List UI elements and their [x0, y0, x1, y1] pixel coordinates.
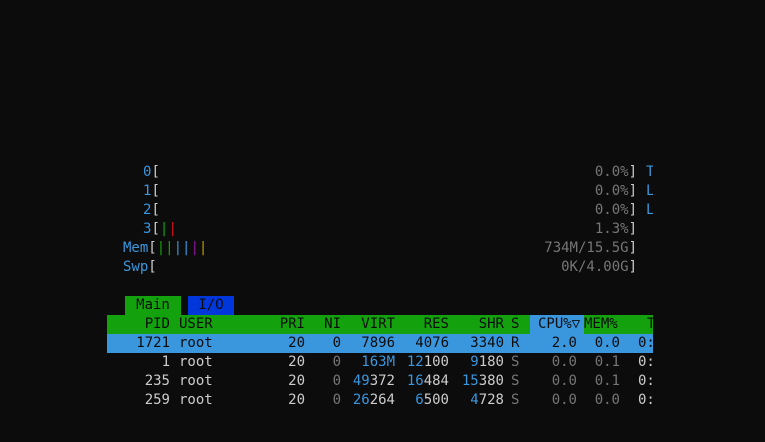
process-row[interactable]: 259 root 20 0 26264 6500 4728 S 0.0 0.0 …: [107, 391, 653, 405]
cpu-value-1: 0.0%]: [594, 183, 637, 199]
cpu-value-3: 1.3%]: [594, 221, 637, 237]
process-row[interactable]: 1 root 20 0 163M 12100 9180 S 0.0 0.1 0:: [107, 353, 653, 372]
col-user[interactable]: USER: [179, 315, 213, 334]
col-ni[interactable]: NI: [312, 315, 341, 334]
htop-terminal: 0[ 1[ 2[ 3[|| Mem[|||||| Swp[ 0.0%] 0.0%…: [105, 147, 653, 405]
col-virt[interactable]: VIRT: [347, 315, 395, 334]
cpu-meter-2: 2[: [143, 202, 160, 218]
process-table-header: PID USER PRI NI VIRT RES SHR S CPU%▽ MEM…: [107, 315, 653, 334]
cpu-meter-1: 1[: [143, 183, 160, 199]
process-row[interactable]: 235 root 20 0 49372 16484 15380 S 0.0 0.…: [107, 372, 653, 391]
col-cpu-sorted[interactable]: CPU%▽: [530, 315, 584, 334]
col-pri[interactable]: PRI: [267, 315, 305, 334]
clipped-meter-label: L: [646, 202, 653, 218]
cpu-meter-3: 3[||: [143, 221, 177, 237]
clipped-meter-label: L: [646, 183, 653, 199]
swp-value: 0K/4.00G]: [561, 259, 637, 275]
mem-meter: Mem[||||||: [123, 240, 208, 256]
cpu-value-2: 0.0%]: [594, 202, 637, 218]
cpu-meter-0: 0[: [143, 164, 160, 180]
swp-meter: Swp[: [123, 259, 157, 275]
cpu-value-0: 0.0%]: [594, 164, 637, 180]
tab-io[interactable]: I/O: [188, 296, 234, 315]
col-state[interactable]: S: [511, 315, 519, 334]
clipped-meter-label: T: [646, 164, 653, 180]
col-pid[interactable]: PID: [107, 315, 170, 334]
col-res[interactable]: RES: [403, 315, 449, 334]
swp-label: Swp: [123, 259, 149, 275]
col-time[interactable]: T: [647, 315, 653, 334]
col-mem[interactable]: MEM%: [584, 315, 618, 334]
mem-label: Mem: [123, 240, 149, 256]
process-row-selected[interactable]: 1721 root 20 0 7896 4076 3340 R 2.0 0.0 …: [107, 334, 653, 353]
cpu-bar-kernel: |: [168, 221, 177, 237]
mem-value: 734M/15.5G]: [544, 240, 637, 256]
tab-main[interactable]: Main: [125, 296, 181, 315]
col-shr[interactable]: SHR: [457, 315, 504, 334]
cpu-bar-user: |: [159, 221, 169, 237]
